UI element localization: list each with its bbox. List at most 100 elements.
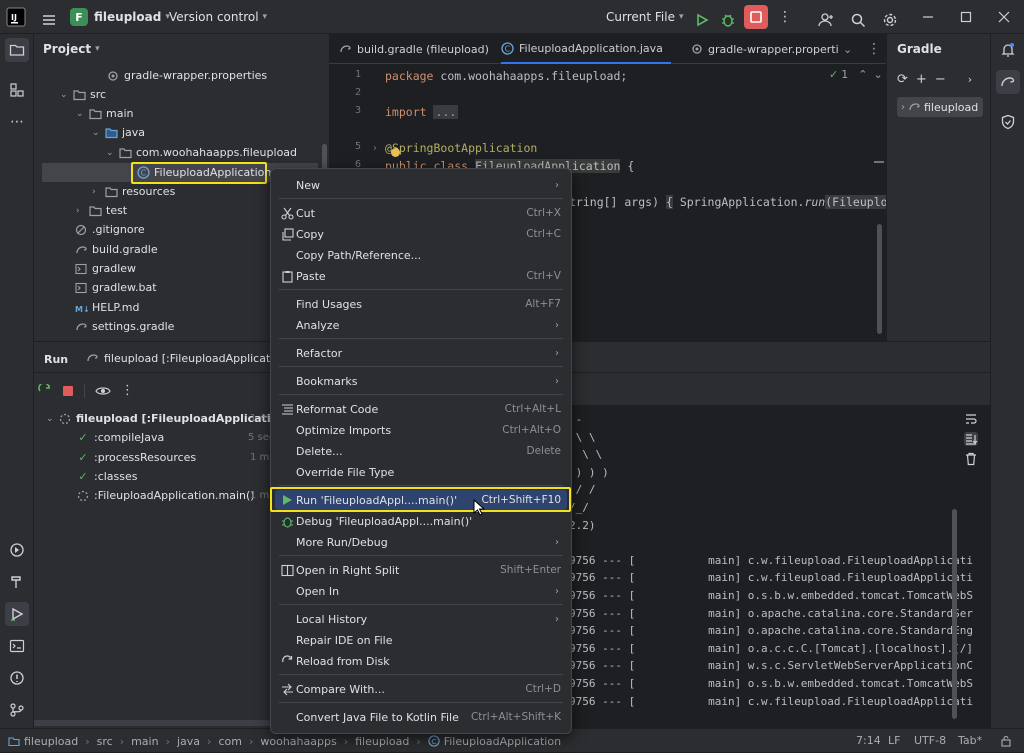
scroll-to-end-icon[interactable] [964, 432, 978, 446]
clear-trash-icon[interactable] [964, 452, 978, 466]
menu-item-debug-fileuploadappl-main[interactable]: Debug 'FileuploadAppl....main()' [275, 511, 567, 531]
add-user-icon[interactable] [812, 3, 840, 37]
close-window-icon[interactable] [998, 0, 1010, 34]
run-tree-classes[interactable]: ✓ :classes [76, 467, 137, 486]
tree-item-gradlew-bat[interactable]: gradlew.bat [74, 278, 157, 297]
stop-button[interactable] [744, 5, 768, 29]
menu-item-find-usages[interactable]: Find Usages Alt+F7 [275, 294, 567, 314]
security-shield-icon[interactable] [996, 110, 1020, 134]
more-actions-icon[interactable]: ⋮ [778, 0, 792, 34]
editor-scrollbar[interactable] [877, 224, 882, 334]
line-ending[interactable]: LF [888, 734, 900, 747]
run-button[interactable] [688, 3, 716, 37]
more-tools-icon[interactable]: ⋯ [5, 110, 29, 134]
debug-button[interactable] [714, 3, 742, 37]
menu-item-copy-path-reference[interactable]: Copy Path/Reference... [275, 245, 567, 265]
inspection-widget[interactable]: ✓ 1 ⌃ ⌄ [829, 68, 883, 81]
minimize-window-icon[interactable] [922, 0, 934, 34]
rerun-icon[interactable] [38, 383, 52, 398]
maximize-window-icon[interactable] [960, 0, 972, 34]
tree-item-src[interactable]: ⌄ src [60, 85, 106, 104]
tab-build-gradle[interactable]: build.gradle (fileupload) [339, 34, 489, 64]
breadcrumb-item[interactable]: src [97, 735, 113, 748]
menu-item-refactor[interactable]: Refactor › [275, 343, 567, 363]
project-tool-icon[interactable] [5, 38, 29, 62]
project-panel-title[interactable]: Project ▾ [43, 42, 100, 56]
breadcrumb-item[interactable]: fileupload [24, 735, 78, 748]
menu-item-repair-ide-on-file[interactable]: Repair IDE on File [275, 630, 567, 650]
menu-item-reformat-code[interactable]: Reformat Code Ctrl+Alt+L [275, 399, 567, 419]
run-tree-compile-java[interactable]: ✓ :compileJava [76, 428, 164, 447]
notifications-bell-icon[interactable] [996, 38, 1020, 62]
caret-position[interactable]: 7:14 [856, 734, 881, 747]
more-actions-icon[interactable]: ⋮ [121, 383, 134, 398]
structure-tool-icon[interactable] [5, 78, 29, 102]
show-passed-eye-icon[interactable] [95, 385, 111, 397]
breadcrumb-item[interactable]: fileupload [355, 735, 409, 748]
tree-item-gitignore[interactable]: .gitignore [74, 220, 145, 239]
breadcrumb-item[interactable]: woohahaapps [260, 735, 336, 748]
menu-item-more-run-debug[interactable]: More Run/Debug › [275, 532, 567, 552]
breadcrumb-item[interactable]: java [177, 735, 200, 748]
tree-item-build-gradle[interactable]: build.gradle [74, 240, 158, 259]
services-tool-icon[interactable] [5, 538, 29, 562]
git-tool-icon[interactable] [5, 698, 29, 722]
tree-item-fileupload-application[interactable]: C FileuploadApplication [136, 163, 271, 182]
menu-item-compare-with[interactable]: Compare With... Ctrl+D [275, 679, 567, 699]
build-hammer-icon[interactable] [5, 570, 29, 594]
menu-item-delete[interactable]: Delete... Delete [275, 441, 567, 461]
tree-item-package[interactable]: ⌄ com.woohahaapps.fileupload [106, 143, 297, 162]
tree-item-settings-gradle[interactable]: settings.gradle [74, 317, 174, 336]
menu-item-open-in[interactable]: Open In › [275, 581, 567, 601]
add-icon[interactable]: + [916, 72, 927, 87]
tabs-more-icon[interactable]: ⋮ [867, 34, 881, 64]
tree-item-main[interactable]: ⌄ main [76, 104, 133, 123]
tabs-dropdown-chevron-icon[interactable]: ⌄ [843, 34, 852, 64]
collapse-icon[interactable]: − [935, 72, 946, 87]
menu-item-bookmarks[interactable]: Bookmarks › [275, 371, 567, 391]
breadcrumb-item[interactable]: main [131, 735, 158, 748]
tree-item-gradlew[interactable]: gradlew [74, 259, 136, 278]
vcs-selector[interactable]: Version control ▾ [169, 0, 267, 34]
tree-item-java[interactable]: ⌄ java [92, 123, 145, 142]
menu-item-paste[interactable]: Paste Ctrl+V [275, 266, 567, 286]
project-selector[interactable]: F fileupload ▾ [70, 0, 170, 34]
file-encoding[interactable]: UTF-8 [914, 734, 946, 747]
soft-wrap-icon[interactable] [964, 412, 978, 426]
menu-item-analyze[interactable]: Analyze › [275, 315, 567, 335]
menu-item-reload-from-disk[interactable]: Reload from Disk [275, 651, 567, 671]
run-tree-main[interactable]: :FileuploadApplication.main() [76, 486, 255, 505]
menu-item-new[interactable]: New › [275, 175, 567, 195]
tab-fileupload-application[interactable]: C FileuploadApplication.java [501, 34, 671, 64]
menu-item-local-history[interactable]: Local History › [275, 609, 567, 629]
breadcrumb-item[interactable]: com [218, 735, 242, 748]
tree-item-gradle-wrapper[interactable]: gradle-wrapper.properties [106, 66, 267, 85]
menu-item-override-file-type[interactable]: Override File Type [275, 462, 567, 482]
chevron-right-icon[interactable]: › [968, 73, 972, 86]
indent-setting[interactable]: Tab* [958, 734, 982, 747]
tab-gradle-wrapper[interactable]: gradle-wrapper.properti [691, 34, 839, 64]
menu-item-optimize-imports[interactable]: Optimize Imports Ctrl+Alt+O [275, 420, 567, 440]
breadcrumb-item[interactable]: FileuploadApplication [444, 735, 561, 748]
console-scrollbar[interactable] [952, 509, 957, 719]
gradle-tool-icon[interactable] [996, 70, 1020, 94]
search-icon[interactable] [844, 3, 872, 37]
menu-item-cut[interactable]: Cut Ctrl+X [275, 203, 567, 223]
problems-tool-icon[interactable] [5, 666, 29, 690]
menu-item-copy[interactable]: Copy Ctrl+C [275, 224, 567, 244]
run-tool-icon[interactable] [5, 602, 29, 626]
run-tab[interactable]: fileupload [:FileuploadApplication [86, 352, 287, 365]
gradle-tree-item-fileupload[interactable]: › fileupload [897, 97, 983, 117]
main-menu-button[interactable] [35, 3, 63, 37]
tree-item-test[interactable]: › test [76, 201, 127, 220]
settings-gear-icon[interactable] [876, 3, 904, 37]
terminal-tool-icon[interactable] [5, 634, 29, 658]
run-tree-process-resources[interactable]: ✓ :processResources [76, 448, 196, 467]
tree-item-help-md[interactable]: M↓ HELP.md [74, 298, 140, 317]
code-folded-imports[interactable]: ... [433, 105, 459, 119]
fold-chevron-icon[interactable]: › [373, 143, 377, 154]
refresh-icon[interactable]: ⟳ [897, 72, 908, 87]
menu-item-convert-java-file-to-kotlin-file[interactable]: Convert Java File to Kotlin File Ctrl+Alt… [275, 707, 567, 727]
run-config-selector[interactable]: Current File ▾ [606, 0, 684, 34]
stop-icon[interactable] [62, 385, 74, 397]
